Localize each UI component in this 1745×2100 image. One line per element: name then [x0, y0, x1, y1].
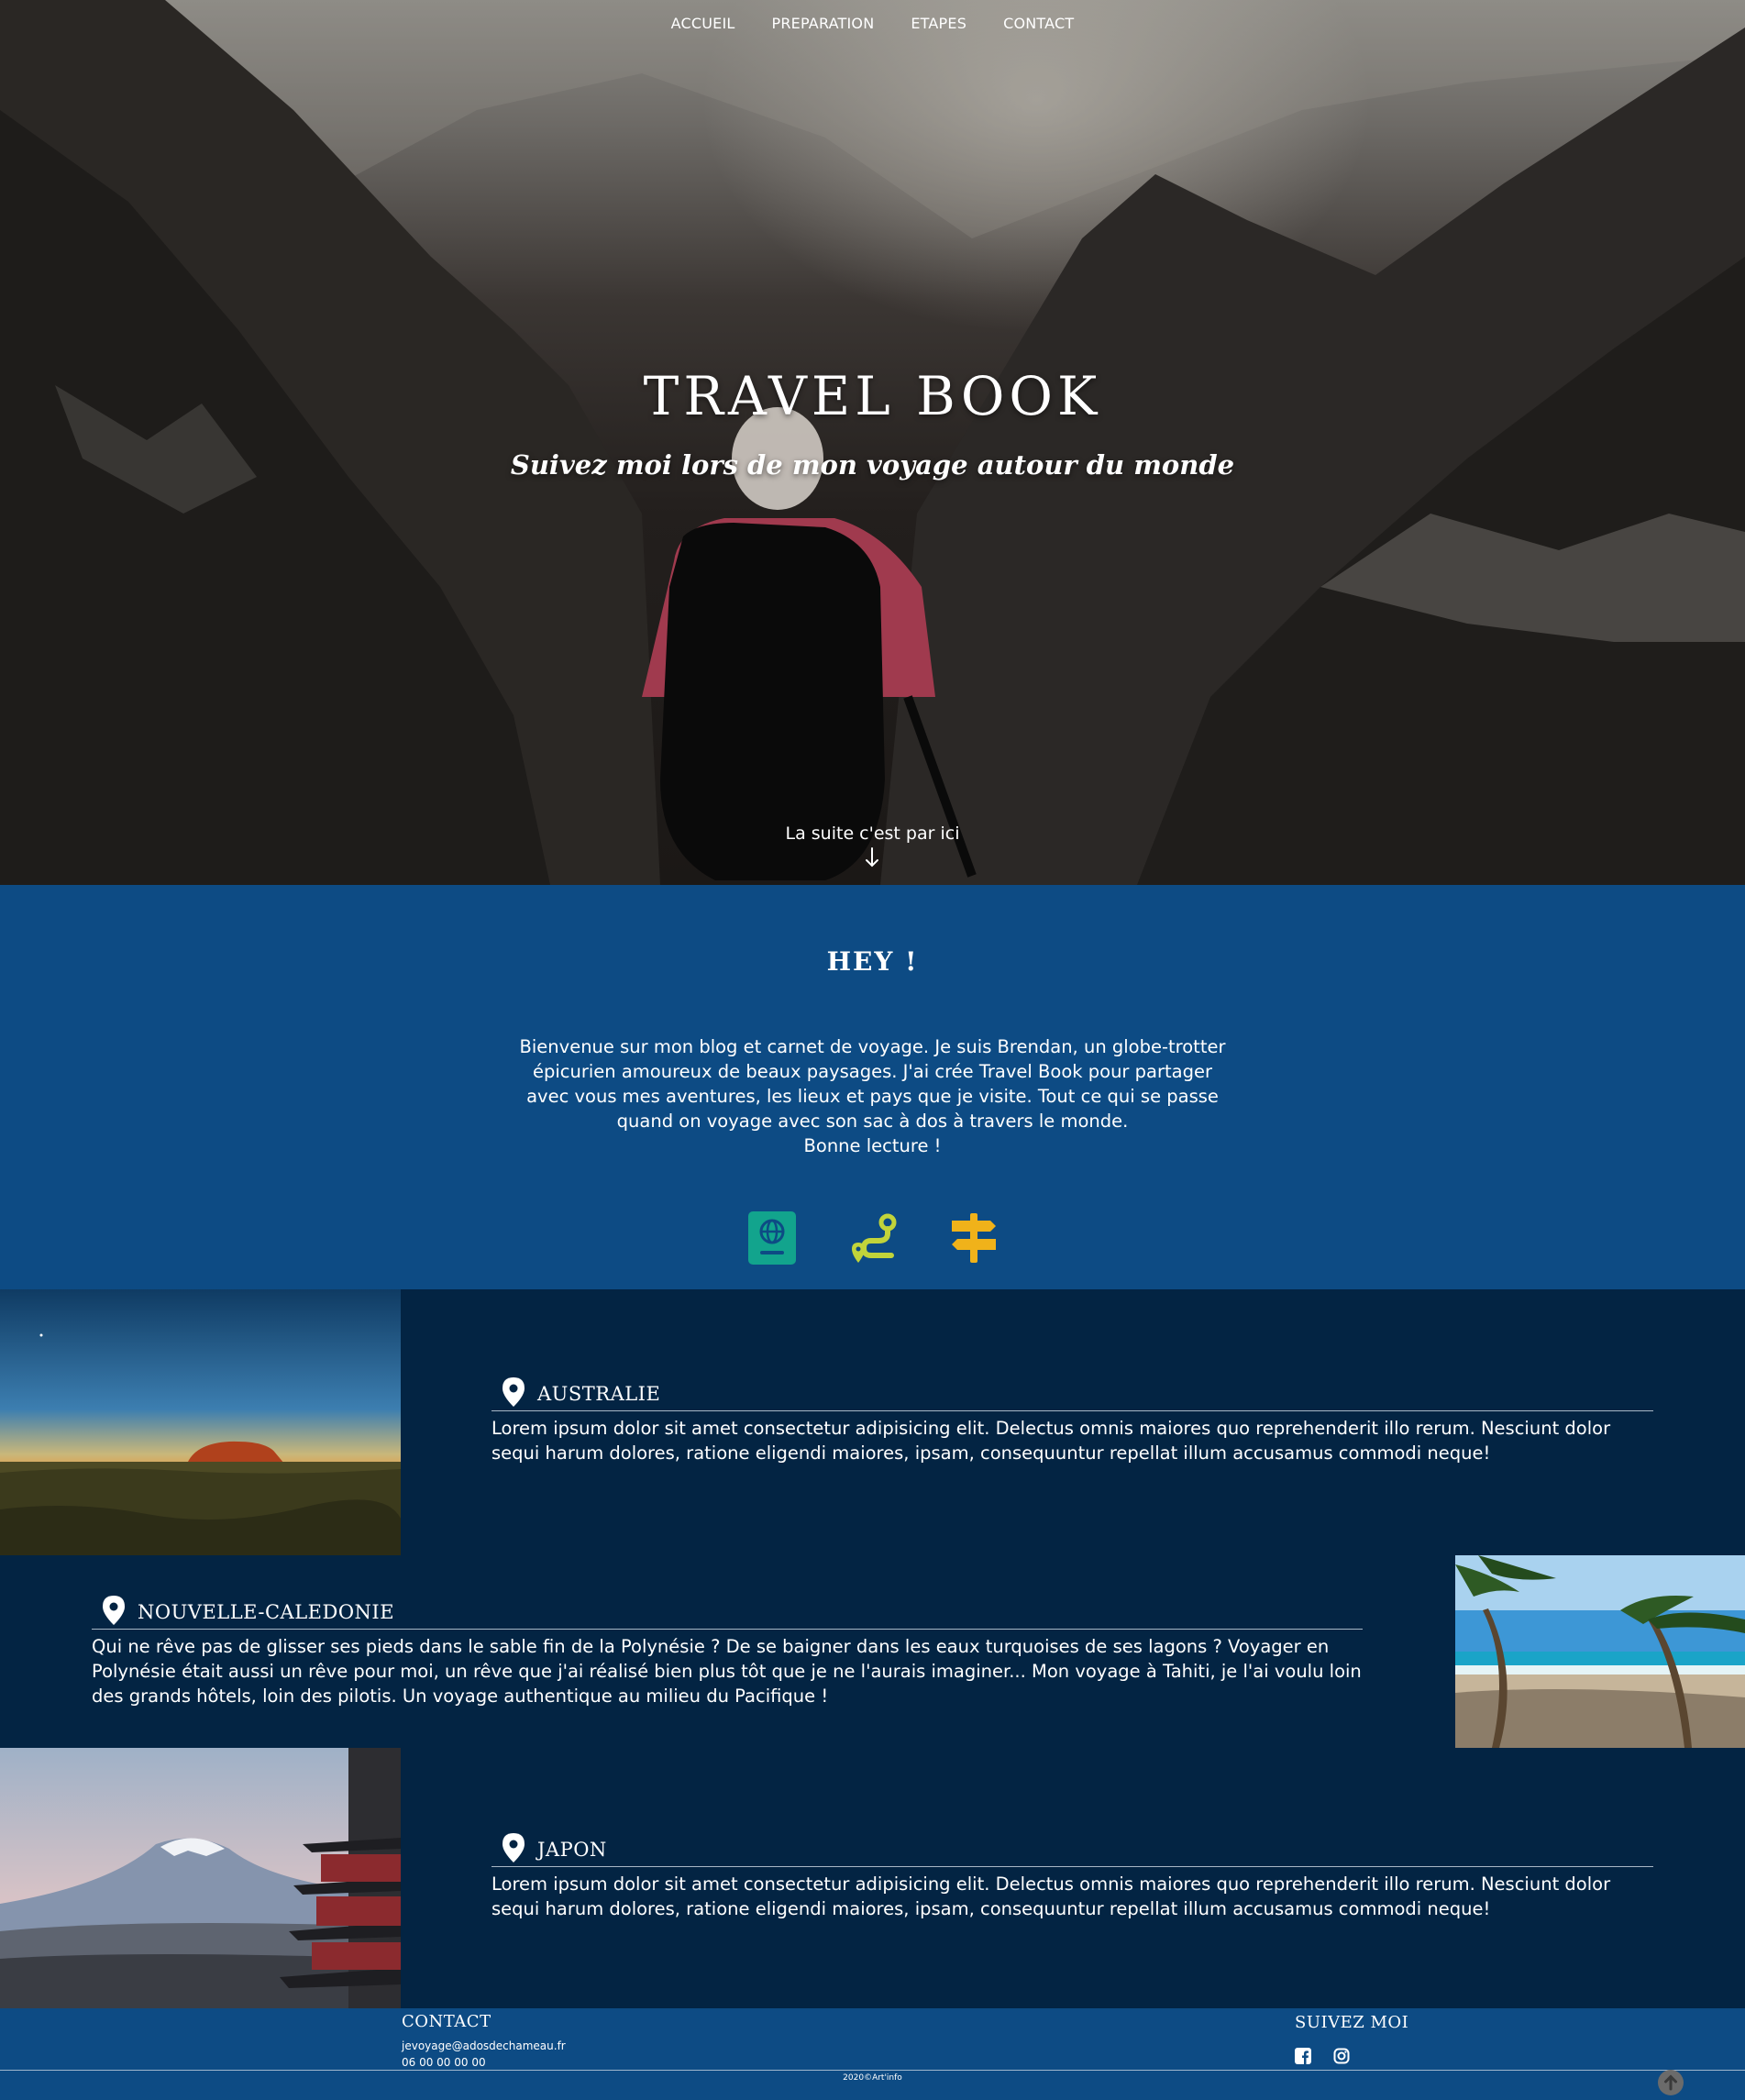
site-subtitle: Suivez moi lors de mon voyage autour du …: [510, 449, 1235, 481]
caledonia-photo: [1455, 1555, 1745, 1748]
map-pin-icon: [503, 1833, 525, 1862]
intro-paragraph: Bienvenue sur mon blog et carnet de voya…: [519, 1036, 1226, 1132]
site-title: TRAVEL BOOK: [643, 365, 1102, 427]
nav-etapes[interactable]: ETAPES: [911, 15, 966, 32]
nav-preparation[interactable]: PREPARATION: [772, 15, 875, 32]
footer-phone: 06 00 00 00 00: [402, 2056, 486, 2069]
scroll-down-label[interactable]: La suite c'est par ici: [0, 823, 1745, 844]
footer-follow-title: SUIVEZ MOI: [1295, 2013, 1409, 2032]
destination-title: NOUVELLE-CALEDONIE: [138, 1601, 395, 1623]
australia-photo: [0, 1289, 401, 1555]
arrow-up-circle-icon[interactable]: [1658, 2070, 1684, 2095]
footer: [0, 2008, 1745, 2100]
destination-header-nouvelle-caledonie: NOUVELLE-CALEDONIE: [92, 1596, 1363, 1630]
hero-background-image: [0, 0, 1745, 885]
japan-photo: [0, 1748, 401, 2008]
intro-closing: Bonne lecture !: [803, 1135, 942, 1156]
signpost-icon: [950, 1211, 998, 1265]
footer-divider: [0, 2070, 1745, 2071]
destination-text: Lorem ipsum dolor sit amet consectetur a…: [491, 1873, 1611, 1919]
arrow-down-icon[interactable]: [865, 847, 879, 868]
social-links: [1295, 2048, 1350, 2064]
main-nav: ACCUEIL PREPARATION ETAPES CONTACT: [0, 15, 1745, 32]
map-pin-icon: [503, 1377, 525, 1407]
destination-title: JAPON: [537, 1839, 607, 1861]
route-icon: [849, 1211, 897, 1265]
destination-text: Qui ne rêve pas de glisser ses pieds dan…: [92, 1636, 1362, 1707]
facebook-icon[interactable]: [1295, 2048, 1311, 2064]
instagram-icon[interactable]: [1333, 2048, 1350, 2064]
footer-email[interactable]: jevoyage@adosdechameau.fr: [402, 2038, 566, 2054]
destination-header-japon: JAPON: [491, 1833, 1653, 1867]
intro-title: HEY !: [826, 946, 919, 977]
map-pin-icon: [103, 1596, 125, 1625]
destination-header-australie: AUSTRALIE: [491, 1377, 1653, 1411]
passport-icon: [747, 1211, 796, 1265]
intro-text: Bienvenue sur mon blog et carnet de voya…: [519, 1034, 1226, 1158]
destination-title: AUSTRALIE: [537, 1383, 661, 1405]
nav-contact[interactable]: CONTACT: [1003, 15, 1074, 32]
hero-section: ACCUEIL PREPARATION ETAPES CONTACT TRAVE…: [0, 0, 1745, 885]
footer-contact-title: CONTACT: [402, 2012, 491, 2031]
intro-icons: [0, 1211, 1745, 1265]
nav-accueil[interactable]: ACCUEIL: [671, 15, 735, 32]
copyright: 2020©Art'info: [843, 2073, 902, 2083]
destination-text: Lorem ipsum dolor sit amet consectetur a…: [491, 1418, 1611, 1464]
